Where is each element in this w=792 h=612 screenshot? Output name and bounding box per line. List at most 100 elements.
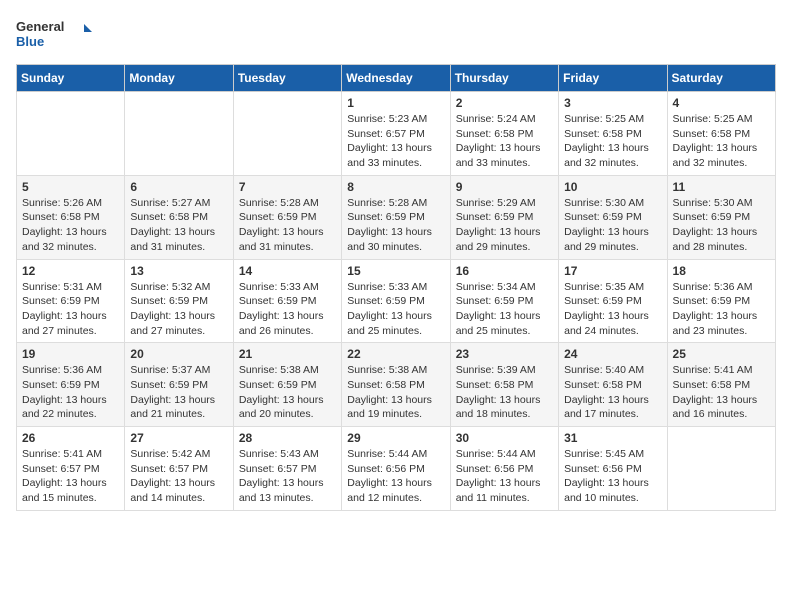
day-number: 11 — [673, 180, 770, 194]
cell-info: Sunrise: 5:37 AM Sunset: 6:59 PM Dayligh… — [130, 363, 227, 422]
day-number: 8 — [347, 180, 444, 194]
calendar-cell: 20 Sunrise: 5:37 AM Sunset: 6:59 PM Dayli… — [125, 343, 233, 427]
day-number: 30 — [456, 431, 553, 445]
cell-info: Sunrise: 5:31 AM Sunset: 6:59 PM Dayligh… — [22, 280, 119, 339]
calendar-cell: 29Sunrise: 5:44 AM Sunset: 6:56 PM Dayli… — [342, 427, 450, 511]
cell-info: Sunrise: 5:39 AM Sunset: 6:58 PM Dayligh… — [456, 363, 553, 422]
day-number: 29 — [347, 431, 444, 445]
calendar-cell: 7Sunrise: 5:28 AM Sunset: 6:59 PM Daylig… — [233, 175, 341, 259]
calendar-cell: 19 Sunrise: 5:36 AM Sunset: 6:59 PM Dayli… — [17, 343, 125, 427]
day-number: 9 — [456, 180, 553, 194]
logo: General Blue — [16, 16, 96, 52]
day-number: 21 — [239, 347, 336, 361]
cell-info: Sunrise: 5:36 AM Sunset: 6:59 PM Dayligh… — [673, 280, 770, 339]
calendar-cell: 15Sunrise: 5:33 AM Sunset: 6:59 PM Dayli… — [342, 259, 450, 343]
cell-info: Sunrise: 5:32 AM Sunset: 6:59 PM Dayligh… — [130, 280, 227, 339]
calendar-cell: 1 Sunrise: 5:23 AM Sunset: 6:57 PM Daylig… — [342, 92, 450, 176]
cell-info: Sunrise: 5:33 AM Sunset: 6:59 PM Dayligh… — [239, 280, 336, 339]
day-number: 1 — [347, 96, 444, 110]
col-header-saturday: Saturday — [667, 65, 775, 92]
day-number: 10 — [564, 180, 661, 194]
cell-info: Sunrise: 5:30 AM Sunset: 6:59 PM Dayligh… — [673, 196, 770, 255]
calendar-cell: 11 Sunrise: 5:30 AM Sunset: 6:59 PM Dayli… — [667, 175, 775, 259]
day-number: 13 — [130, 264, 227, 278]
calendar-cell: 5 Sunrise: 5:26 AM Sunset: 6:58 PM Daylig… — [17, 175, 125, 259]
calendar-cell: 16 Sunrise: 5:34 AM Sunset: 6:59 PM Dayli… — [450, 259, 558, 343]
day-number: 5 — [22, 180, 119, 194]
day-number: 6 — [130, 180, 227, 194]
cell-info: Sunrise: 5:34 AM Sunset: 6:59 PM Dayligh… — [456, 280, 553, 339]
day-number: 15 — [347, 264, 444, 278]
day-number: 26 — [22, 431, 119, 445]
day-number: 14 — [239, 264, 336, 278]
cell-info: Sunrise: 5:35 AM Sunset: 6:59 PM Dayligh… — [564, 280, 661, 339]
svg-text:General: General — [16, 19, 64, 34]
page-header: General Blue — [16, 16, 776, 52]
day-number: 19 — [22, 347, 119, 361]
col-header-thursday: Thursday — [450, 65, 558, 92]
calendar-cell — [125, 92, 233, 176]
cell-info: Sunrise: 5:27 AM Sunset: 6:58 PM Dayligh… — [130, 196, 227, 255]
calendar-cell: 18 Sunrise: 5:36 AM Sunset: 6:59 PM Dayli… — [667, 259, 775, 343]
calendar-cell: 2 Sunrise: 5:24 AM Sunset: 6:58 PM Daylig… — [450, 92, 558, 176]
cell-info: Sunrise: 5:24 AM Sunset: 6:58 PM Dayligh… — [456, 112, 553, 171]
day-number: 17 — [564, 264, 661, 278]
cell-info: Sunrise: 5:41 AM Sunset: 6:57 PM Dayligh… — [22, 447, 119, 506]
calendar-cell: 25Sunrise: 5:41 AM Sunset: 6:58 PM Dayli… — [667, 343, 775, 427]
day-number: 4 — [673, 96, 770, 110]
calendar-cell: 27 Sunrise: 5:42 AM Sunset: 6:57 PM Dayli… — [125, 427, 233, 511]
cell-info: Sunrise: 5:30 AM Sunset: 6:59 PM Dayligh… — [564, 196, 661, 255]
cell-info: Sunrise: 5:25 AM Sunset: 6:58 PM Dayligh… — [564, 112, 661, 171]
calendar-cell: 28 Sunrise: 5:43 AM Sunset: 6:57 PM Dayli… — [233, 427, 341, 511]
calendar-header-row: SundayMondayTuesdayWednesdayThursdayFrid… — [17, 65, 776, 92]
cell-info: Sunrise: 5:45 AM Sunset: 6:56 PM Dayligh… — [564, 447, 661, 506]
cell-info: Sunrise: 5:23 AM Sunset: 6:57 PM Dayligh… — [347, 112, 444, 171]
calendar-cell: 24 Sunrise: 5:40 AM Sunset: 6:58 PM Dayli… — [559, 343, 667, 427]
calendar-week-row: 12 Sunrise: 5:31 AM Sunset: 6:59 PM Dayli… — [17, 259, 776, 343]
day-number: 22 — [347, 347, 444, 361]
calendar-cell: 23 Sunrise: 5:39 AM Sunset: 6:58 PM Dayli… — [450, 343, 558, 427]
day-number: 28 — [239, 431, 336, 445]
day-number: 31 — [564, 431, 661, 445]
calendar-cell — [667, 427, 775, 511]
cell-info: Sunrise: 5:41 AM Sunset: 6:58 PM Dayligh… — [673, 363, 770, 422]
calendar-cell: 22 Sunrise: 5:38 AM Sunset: 6:58 PM Dayli… — [342, 343, 450, 427]
calendar-cell: 3Sunrise: 5:25 AM Sunset: 6:58 PM Daylig… — [559, 92, 667, 176]
calendar-cell: 17 Sunrise: 5:35 AM Sunset: 6:59 PM Dayli… — [559, 259, 667, 343]
calendar-cell — [17, 92, 125, 176]
cell-info: Sunrise: 5:40 AM Sunset: 6:58 PM Dayligh… — [564, 363, 661, 422]
col-header-friday: Friday — [559, 65, 667, 92]
day-number: 24 — [564, 347, 661, 361]
cell-info: Sunrise: 5:43 AM Sunset: 6:57 PM Dayligh… — [239, 447, 336, 506]
day-number: 23 — [456, 347, 553, 361]
svg-text:Blue: Blue — [16, 34, 44, 49]
cell-info: Sunrise: 5:28 AM Sunset: 6:59 PM Dayligh… — [347, 196, 444, 255]
col-header-monday: Monday — [125, 65, 233, 92]
calendar-cell: 13 Sunrise: 5:32 AM Sunset: 6:59 PM Dayli… — [125, 259, 233, 343]
cell-info: Sunrise: 5:36 AM Sunset: 6:59 PM Dayligh… — [22, 363, 119, 422]
col-header-tuesday: Tuesday — [233, 65, 341, 92]
calendar-cell: 31 Sunrise: 5:45 AM Sunset: 6:56 PM Dayli… — [559, 427, 667, 511]
col-header-sunday: Sunday — [17, 65, 125, 92]
day-number: 7 — [239, 180, 336, 194]
calendar-cell: 14 Sunrise: 5:33 AM Sunset: 6:59 PM Dayli… — [233, 259, 341, 343]
day-number: 18 — [673, 264, 770, 278]
cell-info: Sunrise: 5:25 AM Sunset: 6:58 PM Dayligh… — [673, 112, 770, 171]
day-number: 16 — [456, 264, 553, 278]
day-number: 20 — [130, 347, 227, 361]
day-number: 12 — [22, 264, 119, 278]
cell-info: Sunrise: 5:29 AM Sunset: 6:59 PM Dayligh… — [456, 196, 553, 255]
calendar-cell: 21Sunrise: 5:38 AM Sunset: 6:59 PM Dayli… — [233, 343, 341, 427]
calendar-cell: 30 Sunrise: 5:44 AM Sunset: 6:56 PM Dayli… — [450, 427, 558, 511]
calendar-table: SundayMondayTuesdayWednesdayThursdayFrid… — [16, 64, 776, 511]
calendar-cell — [233, 92, 341, 176]
cell-info: Sunrise: 5:44 AM Sunset: 6:56 PM Dayligh… — [456, 447, 553, 506]
logo-svg: General Blue — [16, 16, 96, 52]
calendar-cell: 8 Sunrise: 5:28 AM Sunset: 6:59 PM Daylig… — [342, 175, 450, 259]
cell-info: Sunrise: 5:38 AM Sunset: 6:58 PM Dayligh… — [347, 363, 444, 422]
cell-info: Sunrise: 5:26 AM Sunset: 6:58 PM Dayligh… — [22, 196, 119, 255]
day-number: 27 — [130, 431, 227, 445]
day-number: 2 — [456, 96, 553, 110]
calendar-cell: 6 Sunrise: 5:27 AM Sunset: 6:58 PM Daylig… — [125, 175, 233, 259]
cell-info: Sunrise: 5:42 AM Sunset: 6:57 PM Dayligh… — [130, 447, 227, 506]
